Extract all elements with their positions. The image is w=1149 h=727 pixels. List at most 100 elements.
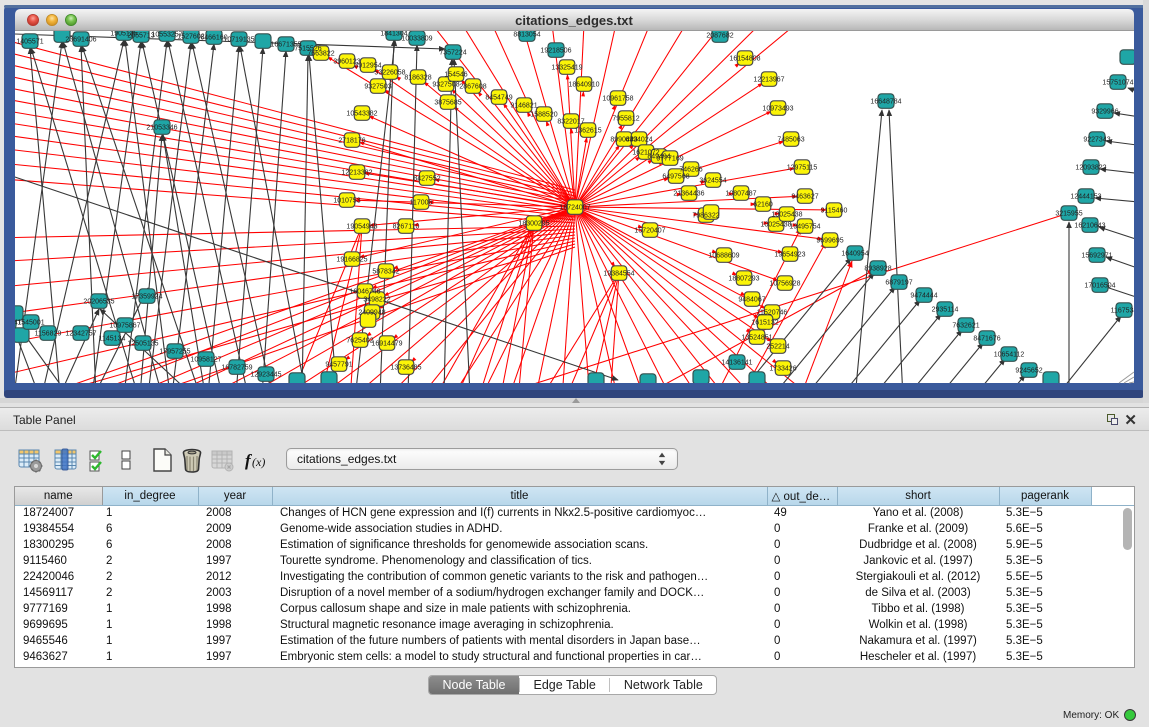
svg-text:6994024: 6994024 <box>625 136 652 143</box>
svg-text:15692971: 15692971 <box>1081 252 1112 259</box>
svg-text:6879197: 6879197 <box>885 279 912 286</box>
svg-text:8322017: 8322017 <box>557 118 584 125</box>
svg-text:1615132: 1615132 <box>751 319 778 326</box>
svg-text:9146821: 9146821 <box>510 102 537 109</box>
svg-text:12213382: 12213382 <box>341 169 372 176</box>
svg-text:16046746: 16046746 <box>349 288 380 295</box>
svg-text:1362615: 1362615 <box>574 127 601 134</box>
svg-text:9227343: 9227343 <box>1083 136 1110 143</box>
svg-text:16154808: 16154808 <box>729 55 760 62</box>
svg-text:3912954: 3912954 <box>354 62 381 69</box>
svg-text:12213967: 12213967 <box>753 76 784 83</box>
svg-text:23691406: 23691406 <box>65 36 96 43</box>
svg-text:154546: 154546 <box>444 71 467 78</box>
svg-text:12975115: 12975115 <box>787 164 818 171</box>
svg-text:10654112: 10654112 <box>994 351 1025 358</box>
svg-text:12093822: 12093822 <box>1075 164 1106 171</box>
svg-text:17359924: 17359924 <box>131 293 162 300</box>
svg-text:10975867: 10975867 <box>109 322 140 329</box>
svg-text:1733426: 1733426 <box>769 365 796 372</box>
svg-text:2867608: 2867608 <box>459 83 486 90</box>
svg-text:8454749: 8454749 <box>485 94 512 101</box>
svg-text:3215955: 3215955 <box>1055 210 1082 217</box>
svg-text:6497568: 6497568 <box>662 173 689 180</box>
svg-text:5878342: 5878342 <box>372 268 399 275</box>
svg-text:16914479: 16914479 <box>371 340 402 347</box>
svg-text:18300295: 18300295 <box>518 220 549 227</box>
svg-text:117006: 117006 <box>410 199 433 206</box>
svg-text:9115460: 9115460 <box>821 207 848 214</box>
svg-text:9484067: 9484067 <box>738 296 765 303</box>
svg-text:12505135: 12505135 <box>127 340 158 347</box>
svg-text:10973493: 10973493 <box>762 105 793 112</box>
svg-text:8267110: 8267110 <box>393 223 420 230</box>
svg-text:18640910: 18640910 <box>568 81 599 88</box>
svg-text:21364436: 21364436 <box>673 190 704 197</box>
svg-text:2409948: 2409948 <box>358 309 385 316</box>
svg-text:21053346: 21053346 <box>146 124 177 131</box>
svg-text:9327508: 9327508 <box>432 81 459 88</box>
svg-text:9327503: 9327503 <box>364 83 391 90</box>
svg-text:7357224: 7357224 <box>439 49 466 56</box>
svg-text:1905135: 1905135 <box>110 30 137 37</box>
svg-text:2087682: 2087682 <box>706 32 733 39</box>
svg-text:1841304: 1841304 <box>380 30 407 37</box>
svg-text:10961758: 10961758 <box>602 95 633 102</box>
svg-text:15751074: 15751074 <box>1102 79 1133 86</box>
svg-text:citations_edges.txt: citations_edges.txt <box>515 13 633 28</box>
svg-text:19166825: 19166825 <box>336 256 367 263</box>
svg-text:62160: 62160 <box>753 201 773 208</box>
svg-text:8813054: 8813054 <box>513 31 540 38</box>
svg-text:9245652: 9245652 <box>1015 367 1042 374</box>
svg-text:1010753: 1010753 <box>333 197 360 204</box>
svg-text:19218506: 19218506 <box>540 47 571 54</box>
svg-text:9457791: 9457791 <box>325 361 352 368</box>
svg-text:9699695: 9699695 <box>816 237 843 244</box>
svg-text:16782759: 16782759 <box>221 364 252 371</box>
svg-text:18807293: 18807293 <box>728 275 759 282</box>
svg-text:13524851: 13524851 <box>741 334 772 341</box>
svg-text:10688609: 10688609 <box>708 252 739 259</box>
svg-text:12444153: 12444153 <box>1070 193 1101 200</box>
svg-text:14136141: 14136141 <box>721 359 752 366</box>
svg-text:9777169: 9777169 <box>656 155 683 162</box>
svg-text:15720407: 15720407 <box>634 227 665 234</box>
svg-text:9474444: 9474444 <box>910 292 937 299</box>
svg-text:53226058: 53226058 <box>374 69 405 76</box>
svg-text:7663822: 7663822 <box>307 50 334 57</box>
svg-text:12923445: 12923445 <box>250 371 281 378</box>
svg-text:1405571: 1405571 <box>16 38 43 45</box>
svg-text:7632621: 7632621 <box>952 322 979 329</box>
svg-text:8427552: 8427552 <box>413 175 440 182</box>
svg-text:2718176: 2718176 <box>338 137 365 144</box>
svg-text:10025438: 10025438 <box>771 211 802 218</box>
svg-text:746266: 746266 <box>679 166 702 173</box>
svg-text:10025438: 10025438 <box>760 221 791 228</box>
svg-text:10543382: 10543382 <box>346 110 377 117</box>
svg-text:8938928: 8938928 <box>864 265 891 272</box>
svg-text:19054943: 19054943 <box>346 223 377 230</box>
svg-text:252214: 252214 <box>766 343 789 350</box>
svg-text:1167534: 1167534 <box>1111 307 1138 314</box>
svg-text:12342757: 12342757 <box>65 330 96 337</box>
svg-text:8471676: 8471676 <box>973 335 1000 342</box>
svg-text:19384554: 19384554 <box>603 270 634 277</box>
svg-text:1156829: 1156829 <box>35 330 62 337</box>
svg-text:17957255: 17957255 <box>159 348 190 355</box>
svg-text:13325419: 13325419 <box>551 64 582 71</box>
svg-text:1588520: 1588520 <box>530 111 557 118</box>
svg-text:16648784: 16648784 <box>870 98 901 105</box>
svg-text:1640954: 1640954 <box>841 250 868 257</box>
svg-text:3624554: 3624554 <box>699 177 726 184</box>
svg-text:2935114: 2935114 <box>932 306 959 313</box>
svg-text:10807487: 10807487 <box>725 190 756 197</box>
svg-text:20206535: 20206535 <box>83 298 114 305</box>
svg-text:10719135: 10719135 <box>223 36 254 43</box>
svg-text:17016504: 17016504 <box>1084 282 1115 289</box>
svg-text:7625402: 7625402 <box>346 337 373 344</box>
svg-text:13736485: 13736485 <box>390 364 421 371</box>
svg-text:8186328: 8186328 <box>404 74 431 81</box>
svg-text:19654923: 19654923 <box>774 251 805 258</box>
svg-text:7485063: 7485063 <box>777 136 804 143</box>
svg-text:10958127: 10958127 <box>190 356 221 363</box>
